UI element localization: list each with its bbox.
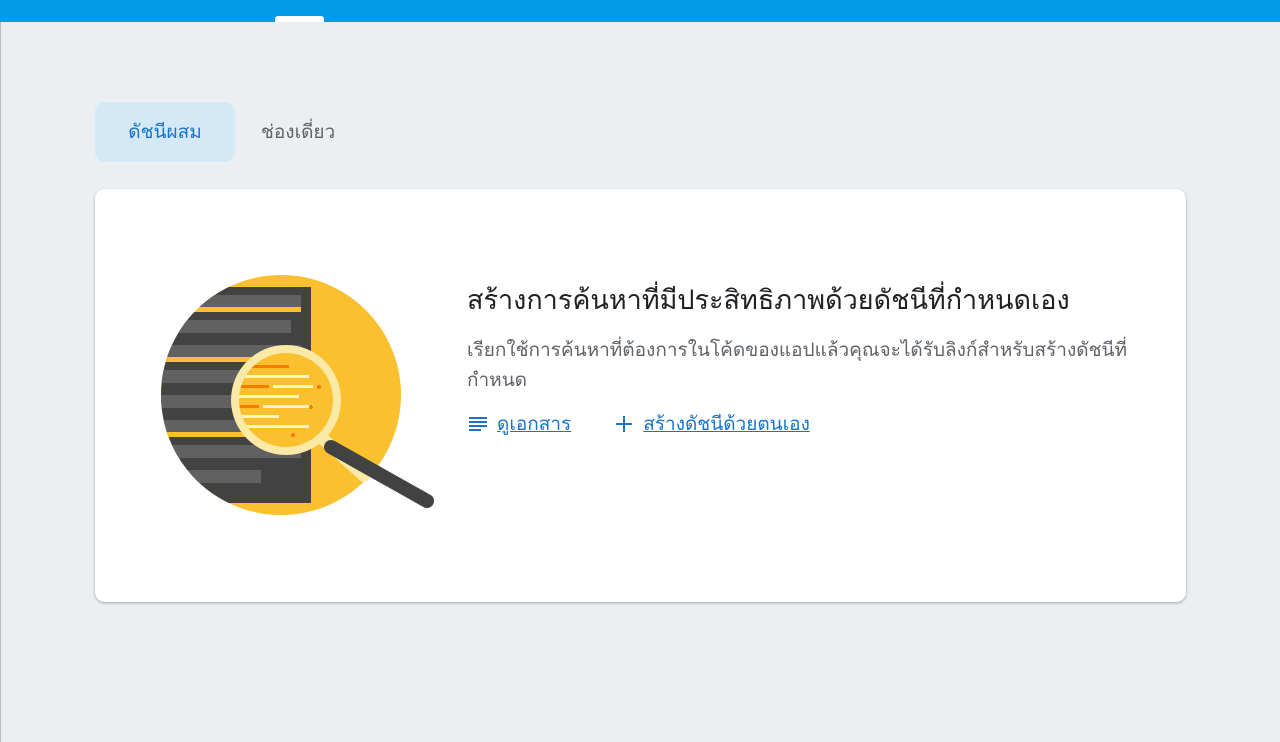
empty-state-description: เรียกใช้การค้นหาที่ต้องการในโค้ดของแอปแล…: [467, 339, 1127, 391]
tab-single-field[interactable]: ช่องเดี่ยว: [235, 102, 335, 162]
view-docs-link[interactable]: ดูเอกสาร: [467, 409, 571, 439]
empty-state-title: สร้างการค้นหาที่มีประสิทธิภาพด้วยดัชนีที…: [467, 285, 1070, 316]
view-docs-label: ดูเอกสาร: [497, 413, 572, 435]
plus-icon: [613, 413, 635, 435]
create-index-manually-label: สร้างดัชนีด้วยตนเอง: [643, 413, 810, 435]
notes-icon: [467, 413, 489, 435]
tab-composite-index[interactable]: ดัชนีผสม: [95, 102, 235, 162]
frame-border: [0, 22, 1, 742]
empty-state-actions: ดูเอกสาร สร้างดัชนีด้วยตนเอง: [467, 409, 1147, 439]
active-nav-indicator: [275, 16, 324, 22]
index-type-tabs: ดัชนีผสม ช่องเดี่ยว: [95, 102, 335, 162]
create-index-manually-link[interactable]: สร้างดัชนีด้วยตนเอง: [613, 409, 810, 439]
empty-state-card: สร้างการค้นหาที่มีประสิทธิภาพด้วยดัชนีที…: [95, 189, 1186, 602]
top-app-bar: [0, 0, 1280, 22]
magnifier-document-illustration: [161, 275, 434, 515]
empty-state-text: สร้างการค้นหาที่มีประสิทธิภาพด้วยดัชนีที…: [467, 281, 1147, 439]
